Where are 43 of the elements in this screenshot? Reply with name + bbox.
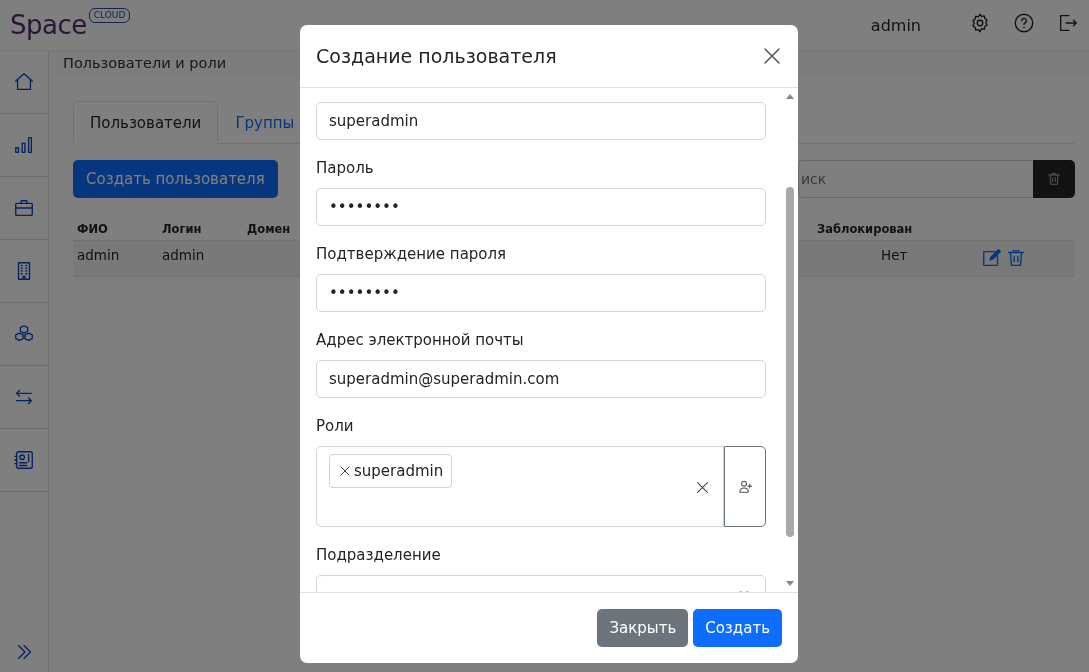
- home-icon: [13, 71, 35, 93]
- clear-button[interactable]: [694, 479, 711, 496]
- page-title: Пользователи и роли: [63, 54, 227, 73]
- tab[interactable]: Пользователи: [73, 101, 219, 144]
- column-header: Логин: [161, 221, 202, 237]
- column-header: ФИО: [76, 221, 108, 237]
- field-label: Роли: [316, 416, 355, 437]
- table-cell-text: admin: [161, 247, 206, 263]
- table-cell-text: Нет: [880, 247, 909, 263]
- dialog-title: Создание пользователя: [316, 45, 558, 67]
- scrollbar-thumb[interactable]: [786, 187, 794, 537]
- logo-wordmark: Space: [10, 12, 87, 38]
- add-user-icon: [736, 478, 754, 495]
- logo-badge: CLOUD: [88, 8, 131, 23]
- dialog-button[interactable]: Закрыть: [597, 609, 689, 647]
- edit-icon: [981, 247, 1003, 269]
- roles-field[interactable]: superadmin: [316, 446, 724, 527]
- input-field[interactable]: superadmin@superadmin.com: [316, 360, 766, 398]
- field-label: Пароль: [316, 158, 375, 179]
- trash-icon: [1005, 247, 1027, 269]
- input-field[interactable]: ••••••••: [316, 188, 766, 226]
- add-user-button[interactable]: [724, 446, 766, 527]
- settings-icon: [969, 12, 991, 34]
- role-tag[interactable]: superadmin: [329, 454, 453, 488]
- help-icon: [1013, 12, 1035, 34]
- input-field[interactable]: ••••••••: [316, 274, 766, 312]
- trash-icon: [1046, 171, 1062, 187]
- briefcase-icon: [13, 197, 35, 219]
- search-field[interactable]: иск: [798, 160, 1033, 198]
- field-label: Адрес электронной почты: [316, 330, 525, 351]
- field-label: Подтверждение пароля: [316, 244, 508, 265]
- user-name[interactable]: admin: [870, 15, 921, 35]
- logout-icon: [1057, 12, 1079, 34]
- bar-chart-icon: [13, 134, 35, 156]
- circuit-board-icon: [13, 449, 35, 471]
- field-label: Подразделение: [316, 545, 442, 566]
- column-header: Заблокирован: [816, 221, 913, 237]
- close-icon: [694, 479, 711, 496]
- table-cell-text: admin: [76, 247, 121, 263]
- column-header: Домен: [246, 221, 291, 237]
- dialog-button[interactable]: Создать: [693, 609, 782, 647]
- input-field[interactable]: superadmin: [316, 102, 766, 140]
- remove-icon: [338, 464, 352, 478]
